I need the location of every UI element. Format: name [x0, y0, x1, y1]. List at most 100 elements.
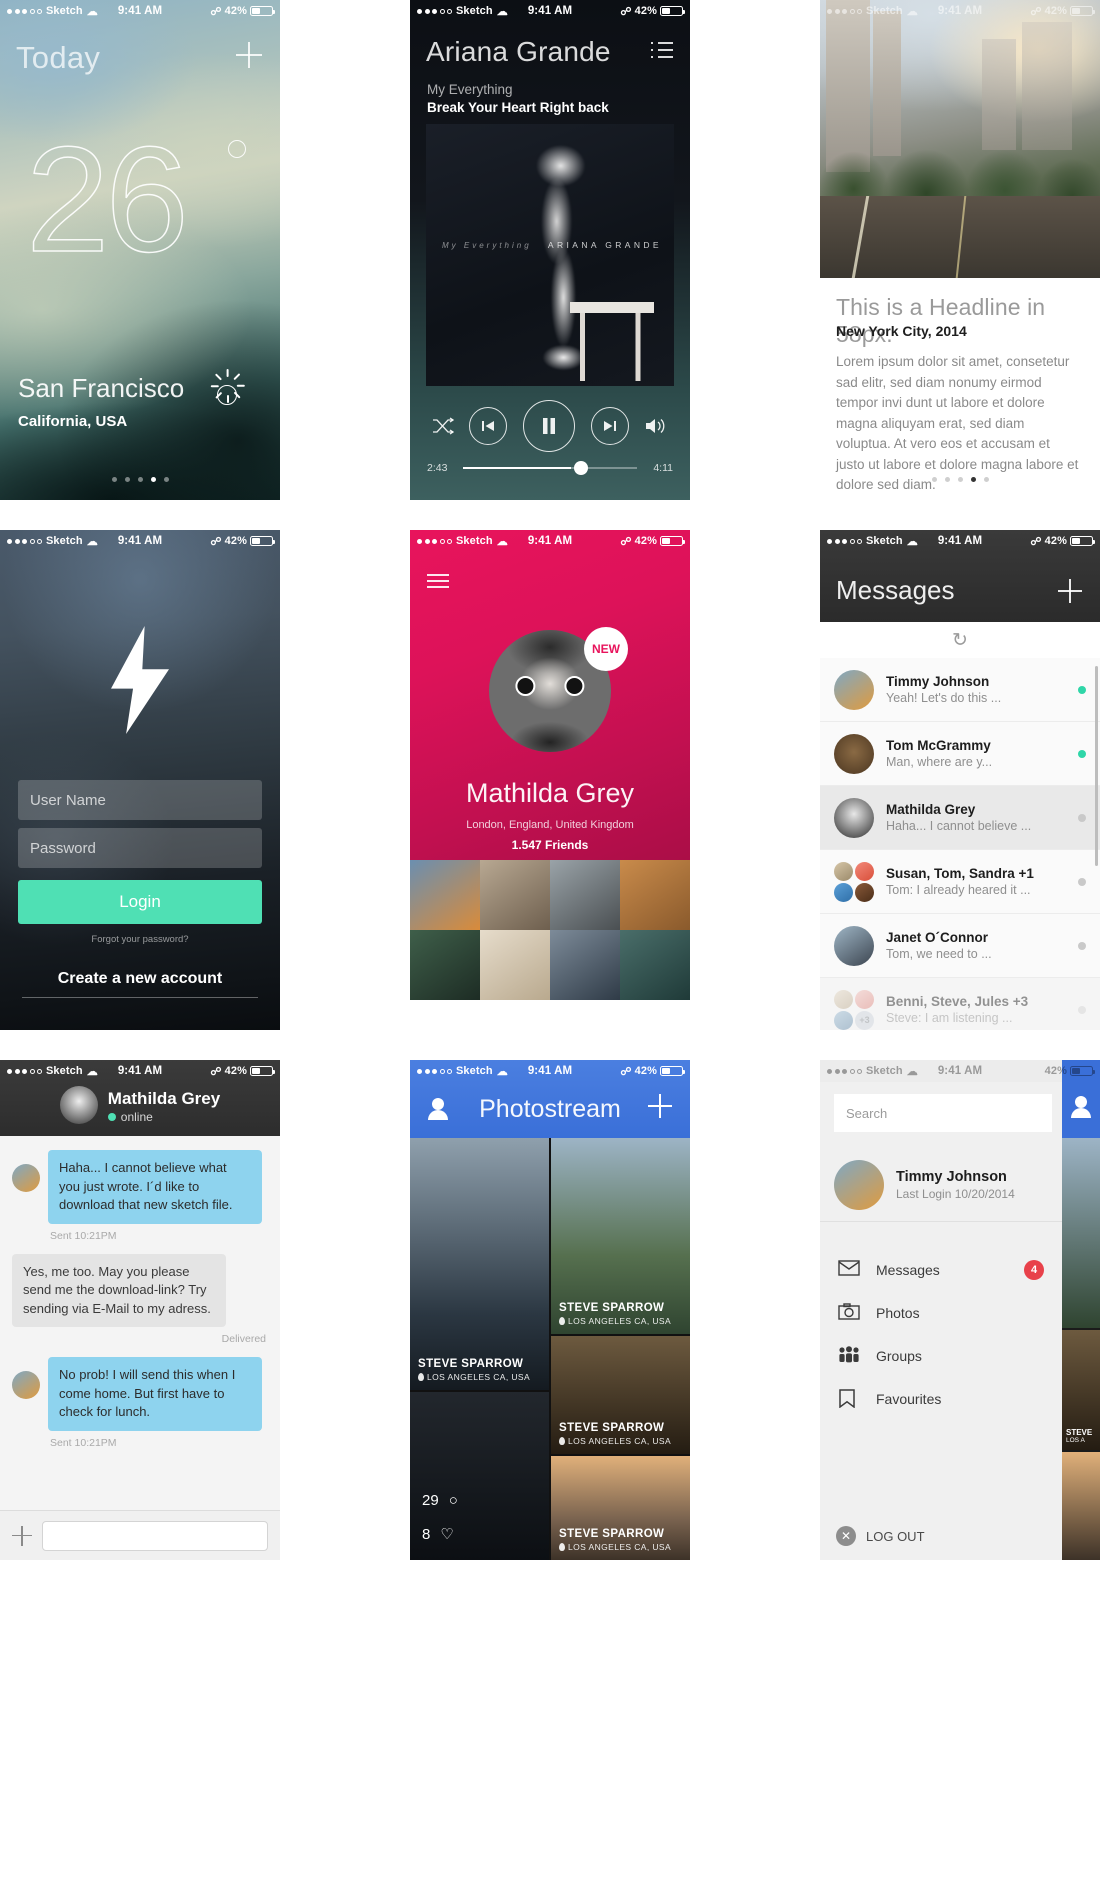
battery-icon	[1070, 536, 1095, 546]
wifi-icon: ☁	[86, 1065, 98, 1078]
mountain-photo[interactable]: STEVE SPARROW LOS ANGELES CA, USA	[551, 1138, 690, 1334]
next-button[interactable]	[590, 407, 629, 445]
photo-author: STEVE SPARROW	[559, 1422, 665, 1434]
photo-tile[interactable]	[410, 930, 480, 1000]
photo-caption: STEVE SPARROW LOS ANGELES CA, USA	[559, 1422, 671, 1446]
chat-message: Haha... I cannot believe what you just w…	[12, 1150, 268, 1224]
carrier-label: Sketch	[456, 535, 493, 547]
photo-tile[interactable]	[550, 930, 620, 1000]
row-gap	[0, 1030, 1100, 1060]
envelope-icon	[838, 1259, 860, 1280]
battery-icon	[250, 536, 275, 546]
bluetooth-icon: ☍	[210, 1065, 222, 1078]
shuffle-button[interactable]	[432, 417, 454, 435]
photo-caption: STEVE SPARROW LOS ANGELES CA, USA	[559, 1528, 671, 1552]
photo-tile[interactable]	[410, 860, 480, 930]
photo-tile[interactable]	[480, 930, 550, 1000]
sidebar-item-messages[interactable]: Messages 4	[820, 1248, 1062, 1291]
carrier-label: Sketch	[46, 1065, 83, 1077]
new-badge[interactable]: NEW	[584, 627, 628, 671]
sidebar-item-photos[interactable]: Photos	[820, 1291, 1062, 1334]
table-row[interactable]: Tom McGrammy Man, where are y...	[820, 722, 1100, 786]
progress-track[interactable]	[463, 467, 637, 469]
screens-grid: Sketch ☁ 9:41 AM ☍ 42% Today 26 San Fran…	[0, 0, 1100, 1887]
page-indicator[interactable]	[0, 477, 280, 482]
current-user[interactable]: Timmy Johnson Last Login 10/20/2014	[820, 1148, 1062, 1222]
photo-tile[interactable]	[550, 860, 620, 930]
attach-icon[interactable]	[12, 1525, 32, 1546]
message-meta: Sent 10:21PM	[50, 1436, 117, 1449]
table-row[interactable]: Mathilda Grey Haha... I cannot believe .…	[820, 786, 1100, 850]
photostream-peek[interactable]: STEVE LOS A	[1062, 1060, 1100, 1560]
progress-bar[interactable]: 2:43 4:11	[427, 458, 673, 478]
heart-icon: ♡	[440, 1526, 454, 1543]
elapsed-time: 2:43	[427, 462, 448, 474]
search-input[interactable]: Search	[834, 1094, 1052, 1132]
message-meta: Sent 10:21PM	[50, 1229, 117, 1242]
gap	[690, 1060, 820, 1560]
avatar	[12, 1371, 40, 1399]
gap	[280, 0, 410, 500]
previous-button[interactable]	[469, 407, 508, 445]
status-signal: Sketch ☁	[417, 535, 508, 548]
compose-button[interactable]	[1058, 579, 1082, 603]
pause-button[interactable]	[522, 400, 575, 452]
avatar	[12, 1164, 40, 1192]
sidebar-item-label: Photos	[876, 1304, 920, 1321]
photo-location: LOS ANGELES CA, USA	[559, 1436, 671, 1446]
last-login: Last Login 10/20/2014	[896, 1186, 1015, 1201]
forgot-password-link[interactable]: Forgot your password?	[0, 934, 280, 945]
playlist-icon[interactable]	[651, 42, 673, 58]
scrollbar[interactable]	[1095, 666, 1098, 866]
photo-tile[interactable]	[620, 860, 690, 930]
message-input[interactable]	[42, 1520, 268, 1551]
avatar	[834, 733, 874, 774]
peek-caption: STEVE LOS A	[1066, 1428, 1093, 1444]
create-account-link[interactable]: Create a new account	[0, 970, 280, 988]
password-input[interactable]: Password	[18, 828, 262, 868]
sidebar-item-groups[interactable]: Groups	[820, 1334, 1062, 1377]
contact-name: Susan, Tom, Sandra +1	[886, 866, 1034, 881]
table-row[interactable]: +3 Benni, Steve, Jules +3 Steve: I am li…	[820, 978, 1100, 1030]
add-button[interactable]	[236, 42, 262, 68]
pin-icon	[559, 1317, 565, 1325]
hamburger-menu-icon[interactable]	[427, 574, 449, 588]
unread-dot	[1078, 877, 1086, 886]
message-bubble: Yes, me too. May you please send me the …	[12, 1253, 226, 1327]
contact-name: Janet O´Connor	[886, 930, 989, 945]
add-photo-button[interactable]	[648, 1094, 672, 1118]
status-bar: Sketch ☁ 9:41 AM ☍ 42%	[820, 0, 1100, 22]
refresh-icon[interactable]: ↻	[820, 622, 1100, 658]
spices-photo[interactable]: STEVE SPARROW LOS ANGELES CA, USA	[551, 1336, 690, 1454]
sunglasses-icon	[513, 676, 586, 697]
status-bar: Sketch ☁ 9:41 AM ☍ 42%	[0, 0, 280, 22]
like-count: 8	[422, 1526, 431, 1543]
page-indicator[interactable]	[820, 477, 1100, 482]
group-avatar: +3	[834, 989, 874, 1030]
login-button[interactable]: Login	[18, 880, 262, 924]
wifi-icon: ☁	[496, 535, 508, 548]
unread-dot	[1078, 941, 1086, 950]
photo-tile[interactable]	[620, 930, 690, 1000]
battery-percent: 42%	[224, 1065, 247, 1077]
username-input[interactable]: User Name	[18, 780, 262, 820]
sidebar-item-favourites[interactable]: Favourites	[820, 1377, 1062, 1420]
logout-button[interactable]: ✕ LOG OUT	[836, 1526, 925, 1546]
volume-button[interactable]	[644, 417, 668, 435]
counter-stats-photo[interactable]: 29 ○ 8 ♡	[410, 1392, 549, 1560]
progress-knob[interactable]	[573, 461, 588, 475]
city-sunset-photo[interactable]: STEVE SPARROW LOS ANGELES CA, USA	[551, 1456, 690, 1560]
bluetooth-icon: ☍	[620, 535, 632, 548]
table-row[interactable]: Janet O´Connor Tom, we need to ...	[820, 914, 1100, 978]
page-title: Messages	[836, 575, 955, 605]
stairs-photo[interactable]: STEVE SPARROW LOS ANGELES CA, USA	[410, 1138, 549, 1390]
avatar[interactable]	[59, 1086, 98, 1124]
photo-tile[interactable]	[480, 860, 550, 930]
status-right: ☍ 42%	[210, 5, 275, 18]
table-row[interactable]: Timmy Johnson Yeah! Let's do this ...	[820, 658, 1100, 722]
battery-percent: 42%	[634, 5, 657, 17]
bookmark-icon	[838, 1388, 860, 1409]
wifi-icon: ☁	[86, 5, 98, 18]
table-row[interactable]: Susan, Tom, Sandra +1 Tom: I already hea…	[820, 850, 1100, 914]
chat-message: Yes, me too. May you please send me the …	[12, 1253, 268, 1327]
